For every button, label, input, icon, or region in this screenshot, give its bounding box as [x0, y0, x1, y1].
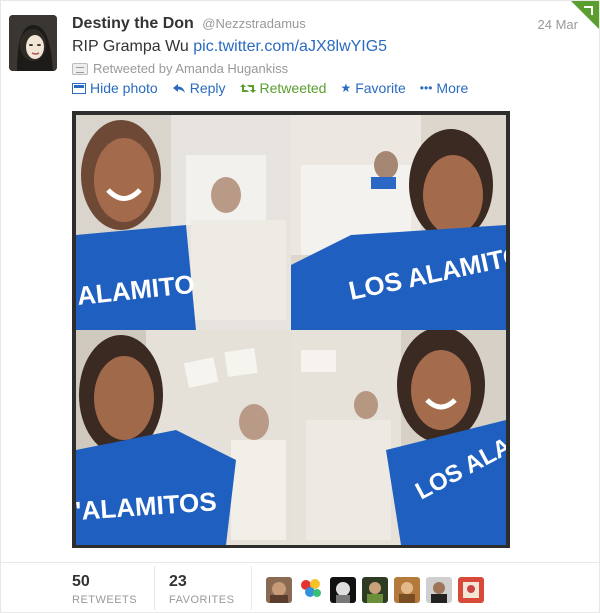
photo-tile: LOS ALA: [291, 330, 506, 545]
retweeted-by-text[interactable]: Retweeted by Amanda Hugankiss: [93, 61, 288, 76]
avatar[interactable]: [394, 577, 420, 603]
photo-tile: 'ALAMITOS: [76, 330, 291, 545]
stat-separator: [154, 566, 155, 610]
retweet-label: Retweeted: [259, 80, 327, 96]
author-username[interactable]: @Nezzstradamus: [202, 16, 306, 31]
retweets-label: RETWEETS: [72, 594, 138, 606]
avatar[interactable]: [426, 577, 452, 603]
retweeted-by-line: Retweeted by Amanda Hugankiss: [72, 61, 288, 76]
photo-tile: LOS ALAMITOS: [291, 115, 506, 330]
reply-button[interactable]: Reply: [172, 80, 226, 96]
avatar[interactable]: [266, 577, 292, 603]
retweet-button[interactable]: Retweeted: [239, 80, 327, 96]
avatar[interactable]: [458, 577, 484, 603]
ellipsis-icon: •••: [419, 81, 433, 95]
favorite-button[interactable]: ★ Favorite: [340, 80, 405, 96]
tweet-text: RIP Grampa Wu pic.twitter.com/aJX8lwYIG5: [72, 38, 387, 56]
avatar[interactable]: [298, 577, 324, 603]
tweet-photo-link[interactable]: pic.twitter.com/aJX8lwYIG5: [193, 38, 387, 55]
reply-arrow-icon: [172, 83, 185, 93]
favorites-count: 23: [169, 573, 187, 590]
stats-divider: [1, 562, 600, 563]
tweet-card: Destiny the Don @Nezzstradamus 24 Mar RI…: [0, 0, 600, 613]
favoriters-avatars: [266, 577, 484, 603]
photo-tile: ALAMITO: [76, 115, 291, 330]
hide-photo-button[interactable]: Hide photo: [72, 80, 158, 96]
retweet-icon: [72, 62, 88, 75]
tweet-photo[interactable]: ALAMITO LOS ALAMITOS 'ALAMITOS LOS ALA: [72, 111, 510, 548]
retweet-icon: [239, 83, 256, 93]
stat-separator: [251, 566, 252, 610]
star-icon: ★: [340, 81, 352, 95]
author-fullname[interactable]: Destiny the Don: [72, 15, 194, 32]
favorites-stat[interactable]: 23 FAVORITES: [169, 573, 234, 606]
tweet-actions: Hide photo Reply Retweeted ★ Favorite ••…: [72, 80, 468, 96]
hide-photo-label: Hide photo: [90, 80, 158, 96]
retweets-count: 50: [72, 573, 90, 590]
retweets-stat[interactable]: 50 RETWEETS: [72, 573, 137, 606]
more-button[interactable]: ••• More: [420, 80, 469, 96]
avatar[interactable]: [362, 577, 388, 603]
tweet-header: Destiny the Don @Nezzstradamus 24 Mar: [72, 15, 582, 35]
reply-label: Reply: [189, 80, 226, 96]
more-label: More: [436, 80, 469, 96]
favorites-label: FAVORITES: [169, 594, 235, 606]
avatar[interactable]: [9, 15, 57, 71]
tweet-timestamp[interactable]: 24 Mar: [538, 17, 578, 32]
avatar[interactable]: [330, 577, 356, 603]
tweet-body: RIP Grampa Wu: [72, 38, 194, 55]
photo-icon: [72, 82, 86, 94]
favorite-label: Favorite: [355, 80, 406, 96]
